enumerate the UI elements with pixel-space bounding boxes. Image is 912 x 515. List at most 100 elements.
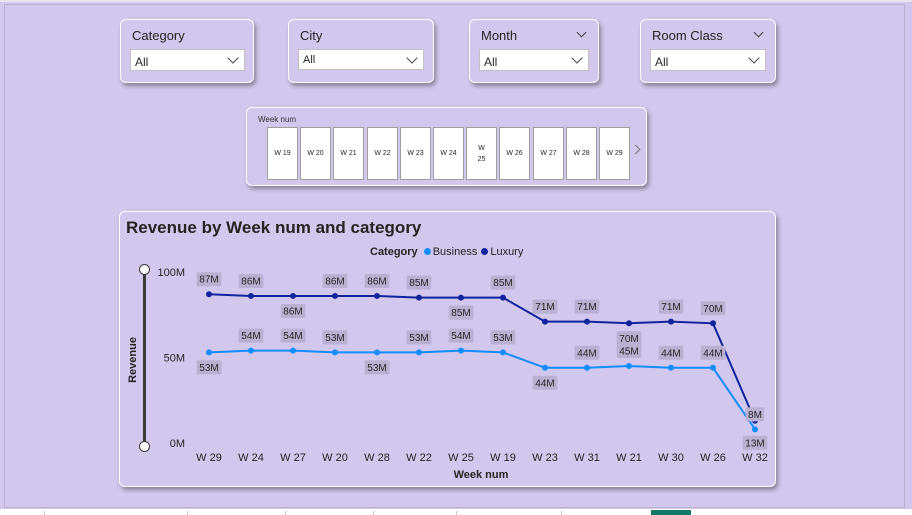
week-tile[interactable]: W 28	[566, 127, 597, 180]
y-tick-label: 100M	[157, 267, 185, 279]
data-point-luxury	[290, 292, 296, 299]
x-tick-label: W 20	[322, 452, 348, 464]
tab-separator	[187, 511, 188, 515]
data-label-luxury: 71M	[661, 302, 680, 313]
data-label-business: 54M	[451, 331, 470, 342]
week-num-slicer-title: Week num	[258, 115, 297, 124]
city-slicer[interactable]: City All	[288, 19, 434, 83]
week-tile[interactable]: W 25	[466, 127, 497, 180]
data-label-luxury: 71M	[577, 302, 596, 313]
data-point-business	[416, 349, 422, 356]
data-point-luxury	[584, 318, 590, 325]
collapse-chevron-icon[interactable]	[753, 27, 764, 38]
week-tile[interactable]: W 23	[400, 127, 431, 180]
category-dropdown[interactable]: All	[130, 49, 245, 71]
data-label-luxury: 86M	[367, 276, 386, 287]
x-tick-label: W 22	[406, 452, 432, 464]
chevron-down-icon[interactable]	[571, 52, 583, 64]
tab-separator	[373, 511, 374, 515]
x-tick-label: W 21	[616, 452, 642, 464]
x-tick-label: W 30	[658, 452, 684, 464]
data-point-luxury	[500, 294, 506, 301]
revenue-chart: Revenue by Week num and category Categor…	[119, 211, 776, 487]
tab-separator	[285, 511, 286, 515]
data-label-business: 53M	[325, 333, 344, 344]
room-class-slicer[interactable]: Room Class All	[640, 19, 776, 83]
chevron-down-icon[interactable]	[406, 52, 418, 64]
category-slicer[interactable]: Category All	[120, 19, 254, 83]
data-point-business	[458, 347, 464, 354]
chevron-right-icon[interactable]	[630, 144, 641, 155]
data-point-business	[752, 426, 758, 433]
data-label-business: 54M	[283, 331, 302, 342]
data-point-luxury	[416, 294, 422, 301]
data-point-luxury	[458, 294, 464, 301]
x-tick-label: W 19	[490, 452, 516, 464]
x-tick-label: W 25	[448, 452, 474, 464]
week-tile[interactable]: W 29	[599, 127, 630, 180]
data-label-luxury: 86M	[283, 306, 302, 317]
y-axis-title: Revenue	[127, 337, 139, 383]
data-point-business	[584, 364, 590, 371]
x-tick-label: W 28	[364, 452, 390, 464]
data-label-luxury: 70M	[703, 304, 722, 315]
x-tick-label: W 24	[238, 452, 264, 464]
x-tick-label: W 31	[574, 452, 600, 464]
data-label-business: 44M	[535, 378, 554, 389]
room-class-slicer-title: Room Class	[652, 28, 723, 43]
data-label-business: 44M	[703, 348, 722, 359]
collapse-chevron-icon[interactable]	[576, 27, 587, 38]
data-label-luxury: 85M	[493, 278, 512, 289]
week-tile[interactable]: W 21	[333, 127, 364, 180]
data-point-business	[710, 364, 716, 371]
data-label-luxury: 86M	[241, 276, 260, 287]
data-label-business: 45M	[619, 347, 638, 358]
month-slicer[interactable]: Month All	[469, 19, 599, 83]
data-label-business: 44M	[661, 348, 680, 359]
data-point-luxury	[710, 320, 716, 327]
data-label-business: 53M	[493, 333, 512, 344]
data-point-business	[626, 363, 632, 370]
month-dropdown[interactable]: All	[479, 49, 589, 71]
data-point-luxury	[248, 292, 254, 299]
chevron-down-icon[interactable]	[748, 52, 760, 64]
data-label-luxury: 13M	[745, 438, 764, 449]
data-point-luxury	[206, 291, 212, 298]
data-label-business: 53M	[199, 363, 218, 374]
week-tile[interactable]: W 20	[300, 127, 331, 180]
x-tick-label: W 23	[532, 452, 558, 464]
category-dropdown-value: All	[135, 55, 149, 69]
data-point-luxury	[374, 292, 380, 299]
city-slicer-title: City	[300, 28, 323, 43]
month-dropdown-value: All	[484, 55, 498, 69]
week-tile[interactable]: W 22	[367, 127, 398, 180]
data-label-luxury: 85M	[409, 278, 428, 289]
week-tile[interactable]: W 27	[533, 127, 564, 180]
data-label-luxury: 87M	[199, 275, 218, 286]
chevron-down-icon[interactable]	[227, 52, 239, 64]
y-tick-label: 0M	[170, 438, 185, 450]
week-tile[interactable]: W 24	[433, 127, 464, 180]
room-class-dropdown[interactable]: All	[650, 49, 766, 71]
line-plot-area: 0M 50M 100M Revenue W 29 W 24 W 27 W 20 W 28 W 22…	[127, 267, 768, 481]
week-num-slicer[interactable]: Week num W 19 W 20 W 21 W 22 W 23 W 24 W 25 W 26…	[246, 107, 647, 186]
city-dropdown[interactable]: All	[298, 49, 424, 70]
data-point-business	[542, 364, 548, 371]
data-label-luxury: 71M	[535, 302, 554, 313]
x-tick-label: W 27	[280, 452, 306, 464]
tab-separator	[456, 511, 457, 515]
data-label-luxury: 70M	[619, 334, 638, 345]
data-point-business	[374, 349, 380, 356]
data-label-luxury: 86M	[325, 276, 344, 287]
data-point-business	[332, 349, 338, 356]
data-point-business	[500, 349, 506, 356]
tab-separator	[44, 511, 45, 515]
x-axis-title: Week num	[454, 469, 509, 481]
data-point-luxury	[332, 292, 338, 299]
week-tile[interactable]: W 26	[499, 127, 530, 180]
week-tile[interactable]: W 19	[267, 127, 298, 180]
data-point-business	[290, 347, 296, 354]
active-page-tab[interactable]	[651, 510, 691, 515]
data-label-business: 8M	[748, 410, 762, 421]
city-dropdown-value: All	[303, 54, 316, 66]
